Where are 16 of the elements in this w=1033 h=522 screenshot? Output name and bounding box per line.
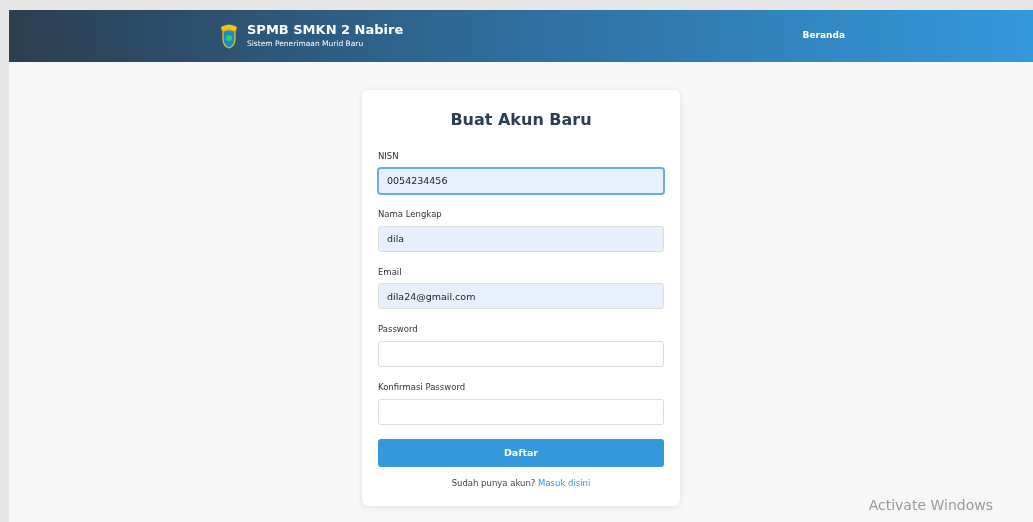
input-field[interactable]: dila24@gmail.com xyxy=(378,283,664,310)
activation-notice: Activate Windows xyxy=(868,496,993,515)
field-label: Nama Lengkap xyxy=(378,207,443,221)
input-field[interactable] xyxy=(378,341,664,367)
nav-link[interactable]: Beranda xyxy=(802,29,845,43)
input-field[interactable]: dila xyxy=(378,225,664,252)
input-field[interactable]: 0054234456 xyxy=(378,167,664,194)
field-label: Email xyxy=(378,265,403,279)
site-title: SPMB SMKN 2 Nabire xyxy=(247,23,404,38)
input-field[interactable] xyxy=(378,398,664,425)
emblem-icon xyxy=(219,23,239,49)
field-label: Password xyxy=(378,323,419,336)
field-label: Konfirmasi Password xyxy=(378,381,467,394)
form-title: Buat Akun Baru xyxy=(449,109,593,131)
field-label: NISN xyxy=(378,150,400,163)
login-prompt: Sudah punya akun? xyxy=(451,477,536,488)
